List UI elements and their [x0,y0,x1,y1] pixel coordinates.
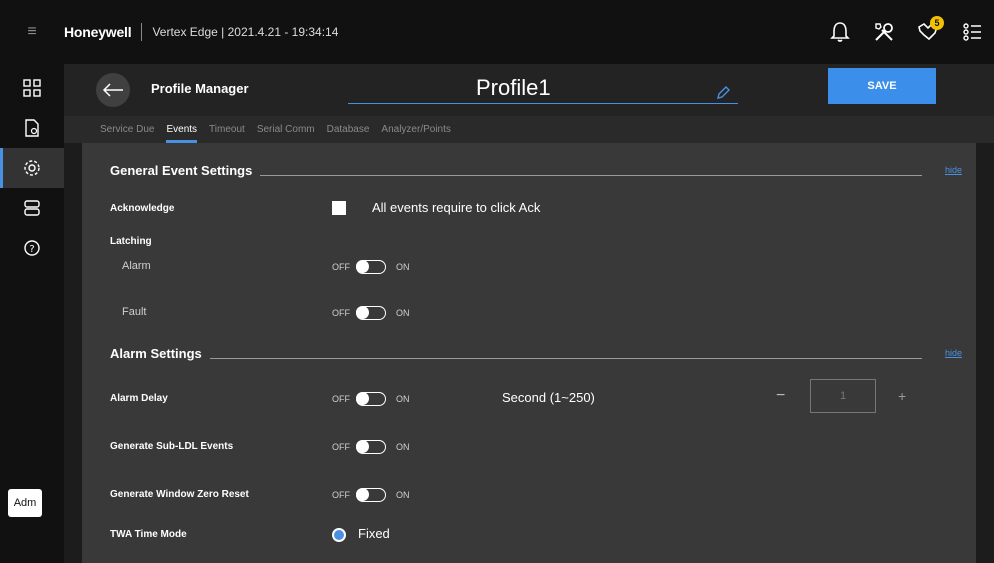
top-icons: 5 [818,0,994,64]
tab-service-due[interactable]: Service Due [100,116,154,143]
tab-timeout[interactable]: Timeout [209,116,245,143]
toggle-switch[interactable] [356,260,386,274]
toggle-off-label: OFF [332,442,350,452]
twa-fixed-radio[interactable] [332,528,346,542]
toggle-off-label: OFF [332,490,350,500]
latching-fault-toggle[interactable]: OFF ON [332,306,410,320]
alarm-delay-unit-label: Second (1~250) [502,390,595,405]
alarm-settings-header: Alarm Settings hide [110,346,962,361]
window-zero-reset-label: Generate Window Zero Reset [110,489,249,500]
profile-name-field[interactable]: Profile1 [348,72,738,104]
twa-fixed-label: Fixed [358,526,390,541]
brand-logo: Honeywell [64,24,132,40]
general-event-settings-header: General Event Settings hide [110,163,962,178]
tab-events[interactable]: Events [166,116,197,143]
page-title: Profile Manager [151,81,249,96]
twa-time-mode-label: TWA Time Mode [110,529,187,540]
hide-link-general[interactable]: hide [945,165,962,175]
menu-icon[interactable]: ≡ [0,0,64,64]
tab-analyzer-points[interactable]: Analyzer/Points [381,116,450,143]
acknowledge-checkbox[interactable] [332,201,346,215]
latching-alarm-toggle[interactable]: OFF ON [332,260,410,274]
tools-icon[interactable] [862,10,906,54]
increment-button[interactable]: + [898,388,906,404]
document-icon[interactable] [0,108,64,148]
acknowledge-label: Acknowledge [110,203,175,214]
toggle-on-label: ON [396,442,410,452]
toggle-off-label: OFF [332,262,350,272]
top-bar: ≡ Honeywell Vertex Edge | 2021.4.21 - 19… [0,0,994,64]
latching-label: Latching [110,236,152,247]
divider [141,23,143,41]
dashboard-icon[interactable] [0,68,64,108]
divider [209,358,922,359]
bell-icon[interactable] [818,10,862,54]
toggle-on-label: ON [396,394,410,404]
alarm-delay-label: Alarm Delay [110,393,168,404]
system-info: Vertex Edge | 2021.4.21 - 19:34:14 [152,25,339,39]
toggle-on-label: ON [396,490,410,500]
sub-ldl-label: Generate Sub-LDL Events [110,441,234,452]
settings-icon[interactable] [0,148,64,188]
toggle-off-label: OFF [332,308,350,318]
sub-ldl-toggle[interactable]: OFF ON [332,440,410,454]
section-title: Alarm Settings [110,346,202,361]
window-zero-reset-toggle[interactable]: OFF ON [332,488,410,502]
toggle-switch[interactable] [356,306,386,320]
avatar[interactable]: Adm [8,489,42,517]
back-arrow-icon [102,83,123,97]
section-title: General Event Settings [110,163,253,178]
hands-icon[interactable]: 5 [906,10,950,54]
alarm-delay-input[interactable]: 1 [810,379,876,413]
latching-alarm-label: Alarm [122,260,151,272]
help-icon[interactable]: ? [0,228,64,268]
list-icon[interactable] [950,10,994,54]
latching-fault-label: Fault [122,306,147,318]
tab-database[interactable]: Database [327,116,370,143]
alarm-delay-toggle[interactable]: OFF ON [332,392,410,406]
settings-panel: General Event Settings hide Acknowledge … [82,143,976,563]
notification-badge: 5 [930,16,944,30]
divider [260,175,922,176]
toggle-switch[interactable] [356,392,386,406]
save-button[interactable]: SAVE [828,68,936,104]
hide-link-alarm[interactable]: hide [945,348,962,358]
storage-icon[interactable] [0,188,64,228]
svg-text:?: ? [29,244,34,255]
tab-serial-comm[interactable]: Serial Comm [257,116,315,143]
header: Profile Manager Profile1 SAVE [64,64,994,116]
pencil-icon[interactable] [716,86,730,100]
toggle-switch[interactable] [356,440,386,454]
toggle-on-label: ON [396,308,410,318]
acknowledge-checkbox-label: All events require to click Ack [372,200,541,215]
toggle-on-label: ON [396,262,410,272]
tab-bar: Service Due Events Timeout Serial Comm D… [64,116,994,143]
decrement-button[interactable]: − [776,387,785,405]
toggle-off-label: OFF [332,394,350,404]
toggle-switch[interactable] [356,488,386,502]
back-button[interactable] [96,73,130,107]
profile-name-value: Profile1 [476,75,551,100]
sidebar: ? Adm [0,64,64,563]
